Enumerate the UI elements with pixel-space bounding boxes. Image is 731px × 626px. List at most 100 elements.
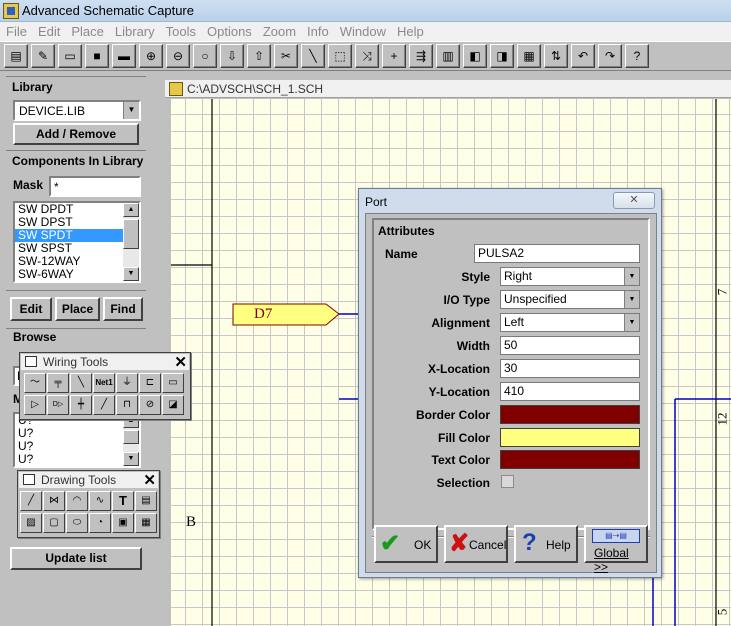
menu-library[interactable]: Library — [109, 22, 160, 39]
junction-icon[interactable]: ┿ — [70, 395, 92, 415]
cut-wire-icon[interactable]: ✂ — [274, 44, 298, 68]
port-icon[interactable]: ◧ — [463, 44, 487, 68]
open-folder-icon[interactable]: ▤ — [4, 44, 28, 68]
port-symbol-d7[interactable] — [232, 303, 340, 326]
drawing-tools-titlebar[interactable]: Drawing Tools ✕ — [19, 471, 158, 489]
menu-zoom[interactable]: Zoom — [257, 22, 301, 39]
menu-window[interactable]: Window — [334, 22, 391, 39]
find-button[interactable]: Find — [103, 297, 143, 321]
mask-input[interactable]: * — [49, 176, 141, 197]
zoom-area-icon[interactable]: ○ — [193, 44, 217, 68]
arc-tool-icon[interactable]: ◠ — [66, 491, 88, 511]
chevron-down-icon[interactable]: ▼ — [123, 102, 139, 119]
fill-color-swatch[interactable] — [500, 428, 640, 447]
save-icon[interactable]: ■ — [85, 44, 109, 68]
port-tool-icon[interactable]: ⊏ — [139, 373, 161, 393]
components-list[interactable]: SW DPDT SW DPST SW SPDT SW SPST SW-12WAY… — [13, 201, 141, 283]
zoom-out-icon[interactable]: ⊖ — [166, 44, 190, 68]
line-tool-icon[interactable]: ╱ — [20, 491, 42, 511]
pencil-icon[interactable]: ╲ — [301, 44, 325, 68]
component-icon[interactable]: ▥ — [436, 44, 460, 68]
scroll-down-icon[interactable]: ▼ — [123, 267, 139, 281]
net-label-icon[interactable]: Net1 — [93, 373, 115, 393]
edit-button[interactable]: Edit — [10, 297, 52, 321]
y-location-field[interactable]: 410 — [500, 382, 640, 401]
polygon-tool-icon[interactable]: ⋈ — [43, 491, 65, 511]
array-tool-icon[interactable]: ▦ — [135, 513, 157, 533]
text-frame-icon[interactable]: ▤ — [135, 491, 157, 511]
part-icon[interactable]: D▷ — [47, 395, 69, 415]
redo-icon[interactable]: ↷ — [598, 44, 622, 68]
ground-icon[interactable]: ⏚ — [116, 373, 138, 393]
image-tool-icon[interactable]: ▣ — [112, 513, 134, 533]
print-icon[interactable]: ▬ — [112, 44, 136, 68]
scroll-down-icon[interactable]: ▼ — [123, 452, 139, 466]
sheet-entry-icon[interactable]: ▷ — [24, 395, 46, 415]
zoom-in-icon[interactable]: ⊕ — [139, 44, 163, 68]
components-scrollbar[interactable]: ▲ ▼ — [123, 203, 139, 281]
close-icon[interactable]: ✕ — [143, 471, 156, 489]
text-tool-icon[interactable]: T — [112, 491, 134, 511]
menu-options[interactable]: Options — [201, 22, 257, 39]
help-button[interactable]: ? Help — [514, 525, 578, 563]
ok-button[interactable]: ✔ OK — [374, 525, 438, 563]
cancel-button[interactable]: ✘ Cancel — [444, 525, 508, 563]
rectangle-tool-icon[interactable]: ▨ — [20, 513, 42, 533]
browse-list[interactable]: U? U? U? U? ▲ ▼ — [13, 412, 141, 468]
chevron-down-icon[interactable]: ▼ — [624, 268, 639, 285]
netlist-icon[interactable]: ▦ — [517, 44, 541, 68]
bus-entry-icon[interactable]: ╲ — [70, 373, 92, 393]
open-file-icon[interactable]: ▭ — [58, 44, 82, 68]
wiring-tools-palette[interactable]: Wiring Tools ✕ 〜 ╤ ╲ Net1 ⏚ ⊏ ▭ ▷ D▷ ┿ ╱… — [19, 352, 191, 420]
list-item[interactable]: U? — [15, 453, 139, 466]
menu-help[interactable]: Help — [391, 22, 429, 39]
library-combo[interactable]: DEVICE.LIB ▼ — [13, 100, 141, 121]
menu-place[interactable]: Place — [65, 22, 109, 39]
sheet-symbol-icon[interactable]: ▭ — [162, 373, 184, 393]
add-remove-button[interactable]: Add / Remove — [13, 123, 139, 145]
pencil-tool-icon[interactable]: ╱ — [93, 395, 115, 415]
name-field[interactable]: PULSA2 — [474, 244, 640, 263]
list-item[interactable]: U? — [15, 440, 139, 453]
menu-info[interactable]: Info — [301, 22, 334, 39]
width-field[interactable]: 50 — [500, 336, 640, 355]
close-icon[interactable]: ✕ — [613, 192, 655, 209]
drawing-tools-palette[interactable]: Drawing Tools ✕ ╱ ⋈ ◠ ∿ T ▤ ▨ ▢ ⬭ ◔ ▣ ▦ — [17, 470, 160, 538]
menu-edit[interactable]: Edit — [32, 22, 65, 39]
selection-checkbox[interactable] — [501, 475, 514, 488]
chevron-down-icon[interactable]: ▼ — [624, 291, 639, 308]
scroll-up-icon[interactable]: ▲ — [123, 203, 139, 217]
mirror-icon[interactable]: ⤨ — [355, 44, 379, 68]
menu-tools[interactable]: Tools — [160, 22, 201, 39]
wiring-tools-titlebar[interactable]: Wiring Tools ✕ — [21, 353, 189, 371]
alignment-select[interactable]: Left ▼ — [500, 313, 640, 332]
swap-icon[interactable]: ⇅ — [544, 44, 568, 68]
cross-icon[interactable]: + — [382, 44, 406, 68]
undo-icon[interactable]: ↶ — [571, 44, 595, 68]
scroll-thumb[interactable] — [123, 430, 139, 444]
x-location-field[interactable]: 30 — [500, 359, 640, 378]
help-icon[interactable]: ? — [625, 44, 649, 68]
pie-tool-icon[interactable]: ◔ — [89, 513, 111, 533]
list-item[interactable]: U? — [15, 427, 139, 440]
border-color-swatch[interactable] — [500, 405, 640, 424]
global-button[interactable]: ▤⇢▤ Global >> — [584, 525, 648, 574]
bus-icon[interactable]: ⇶ — [409, 44, 433, 68]
move-up-icon[interactable]: ⇧ — [247, 44, 271, 68]
select-icon[interactable]: ⬚ — [328, 44, 352, 68]
io-type-select[interactable]: Unspecified ▼ — [500, 290, 640, 309]
edit-icon[interactable]: ✎ — [31, 44, 55, 68]
place-button[interactable]: Place — [55, 297, 100, 321]
ellipse-tool-icon[interactable]: ⬭ — [66, 513, 88, 533]
menu-file[interactable]: File — [0, 22, 32, 39]
browse-scrollbar[interactable]: ▲ ▼ — [123, 414, 139, 466]
close-icon[interactable]: ✕ — [174, 353, 187, 371]
update-list-button[interactable]: Update list — [10, 547, 142, 570]
style-select[interactable]: Right ▼ — [500, 267, 640, 286]
bezier-tool-icon[interactable]: ∿ — [89, 491, 111, 511]
power-port-icon[interactable]: ◨ — [490, 44, 514, 68]
document-tab[interactable]: C:\ADVSCH\SCH_1.SCH — [165, 80, 731, 98]
no-erc-icon[interactable]: ⊘ — [139, 395, 161, 415]
wire-tool-icon[interactable]: 〜 — [24, 373, 46, 393]
pcb-layout-icon[interactable]: ◪ — [162, 395, 184, 415]
